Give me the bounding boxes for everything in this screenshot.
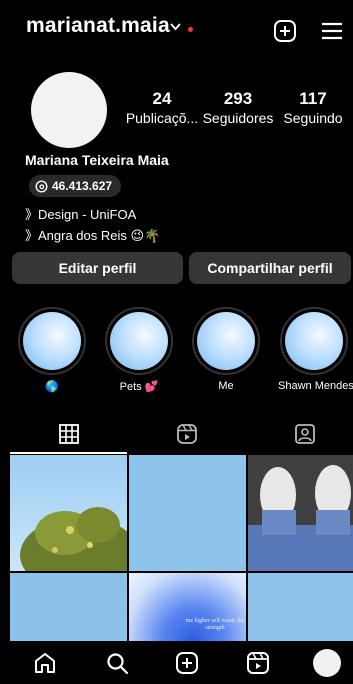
threads-icon bbox=[35, 179, 48, 193]
highlight-item[interactable]: Shawn Mendes bbox=[278, 307, 353, 392]
post-thumbnail[interactable] bbox=[10, 455, 127, 571]
highlight-cover bbox=[197, 312, 255, 370]
edit-profile-button[interactable]: Editar perfil bbox=[12, 252, 183, 284]
highlight-ring bbox=[192, 307, 260, 375]
posts-stat[interactable]: 24 Publicaçõ... bbox=[124, 89, 200, 127]
tagged-icon bbox=[294, 424, 315, 444]
profile-avatar[interactable] bbox=[31, 72, 107, 148]
followers-label: Seguidores bbox=[202, 110, 274, 126]
posts-count: 24 bbox=[152, 89, 172, 108]
create-icon bbox=[176, 652, 198, 674]
post-thumbnail[interactable] bbox=[129, 455, 246, 571]
active-tab-indicator bbox=[10, 452, 127, 454]
highlight-label: Pets 💕 bbox=[119, 381, 159, 393]
highlight-label: Me bbox=[218, 380, 234, 392]
highlight-item[interactable]: Pets 💕 bbox=[103, 307, 175, 393]
nav-search[interactable] bbox=[103, 649, 131, 677]
post-thumbnail[interactable] bbox=[10, 573, 127, 641]
highlight-ring bbox=[280, 307, 348, 375]
nav-reels[interactable] bbox=[244, 649, 272, 677]
post-thumbnail[interactable] bbox=[248, 573, 353, 641]
notification-dot bbox=[188, 27, 193, 32]
threads-count: 46.413.627 bbox=[52, 179, 113, 193]
home-icon bbox=[35, 653, 55, 673]
highlight-cover bbox=[110, 312, 168, 370]
post-caption-text: me higher self wants the strength bbox=[185, 618, 245, 631]
share-profile-button[interactable]: Compartilhar perfil bbox=[189, 252, 351, 284]
highlight-item[interactable]: 🌎 bbox=[16, 307, 88, 393]
reels-icon bbox=[176, 424, 197, 444]
bio-line: 》Angra dos Reis 😉🌴 bbox=[25, 228, 161, 243]
following-label: Seguindo bbox=[283, 110, 343, 126]
profile-full-name: Mariana Teixeira Maia bbox=[25, 152, 169, 168]
profile-username[interactable]: marianat.maia bbox=[26, 14, 170, 38]
nav-profile-avatar[interactable] bbox=[313, 649, 341, 677]
highlight-cover bbox=[285, 312, 343, 370]
create-post-icon[interactable] bbox=[272, 18, 298, 44]
highlight-ring bbox=[18, 307, 86, 375]
top-bar: marianat.maia bbox=[0, 0, 353, 60]
followers-count: 293 bbox=[223, 89, 253, 108]
posts-grid: me higher self wants the strength bbox=[10, 455, 353, 641]
followers-stat[interactable]: 293 Seguidores bbox=[202, 89, 274, 127]
post-thumbnail[interactable]: me higher self wants the strength bbox=[129, 573, 246, 641]
tree-photo bbox=[20, 507, 127, 571]
following-count: 117 bbox=[299, 89, 327, 108]
profile-tabs bbox=[0, 414, 353, 454]
posts-label: Publicaçõ... bbox=[125, 110, 199, 126]
chevron-down-icon[interactable] bbox=[169, 22, 182, 32]
sneakers-photo bbox=[248, 455, 353, 571]
tab-reels[interactable] bbox=[128, 414, 245, 454]
highlight-label: Shawn Mendes bbox=[278, 380, 353, 392]
search-icon bbox=[107, 653, 129, 675]
post-thumbnail[interactable] bbox=[248, 455, 353, 571]
highlight-cover bbox=[23, 312, 81, 370]
bottom-navigation bbox=[0, 641, 353, 684]
grid-icon bbox=[58, 424, 79, 444]
bio-line: 》Design - UniFOA bbox=[25, 207, 137, 222]
nav-create[interactable] bbox=[173, 649, 201, 677]
threads-badge[interactable]: 46.413.627 bbox=[29, 175, 122, 197]
tab-posts-grid[interactable] bbox=[10, 414, 127, 454]
menu-icon[interactable] bbox=[319, 18, 345, 44]
highlight-ring bbox=[105, 307, 173, 375]
tab-tagged[interactable] bbox=[246, 414, 353, 454]
highlight-item[interactable]: Me bbox=[190, 307, 262, 392]
nav-home[interactable] bbox=[31, 649, 59, 677]
reels-icon bbox=[247, 652, 269, 674]
following-stat[interactable]: 117 Seguindo bbox=[283, 89, 343, 127]
highlight-label: 🌎 bbox=[45, 381, 59, 393]
